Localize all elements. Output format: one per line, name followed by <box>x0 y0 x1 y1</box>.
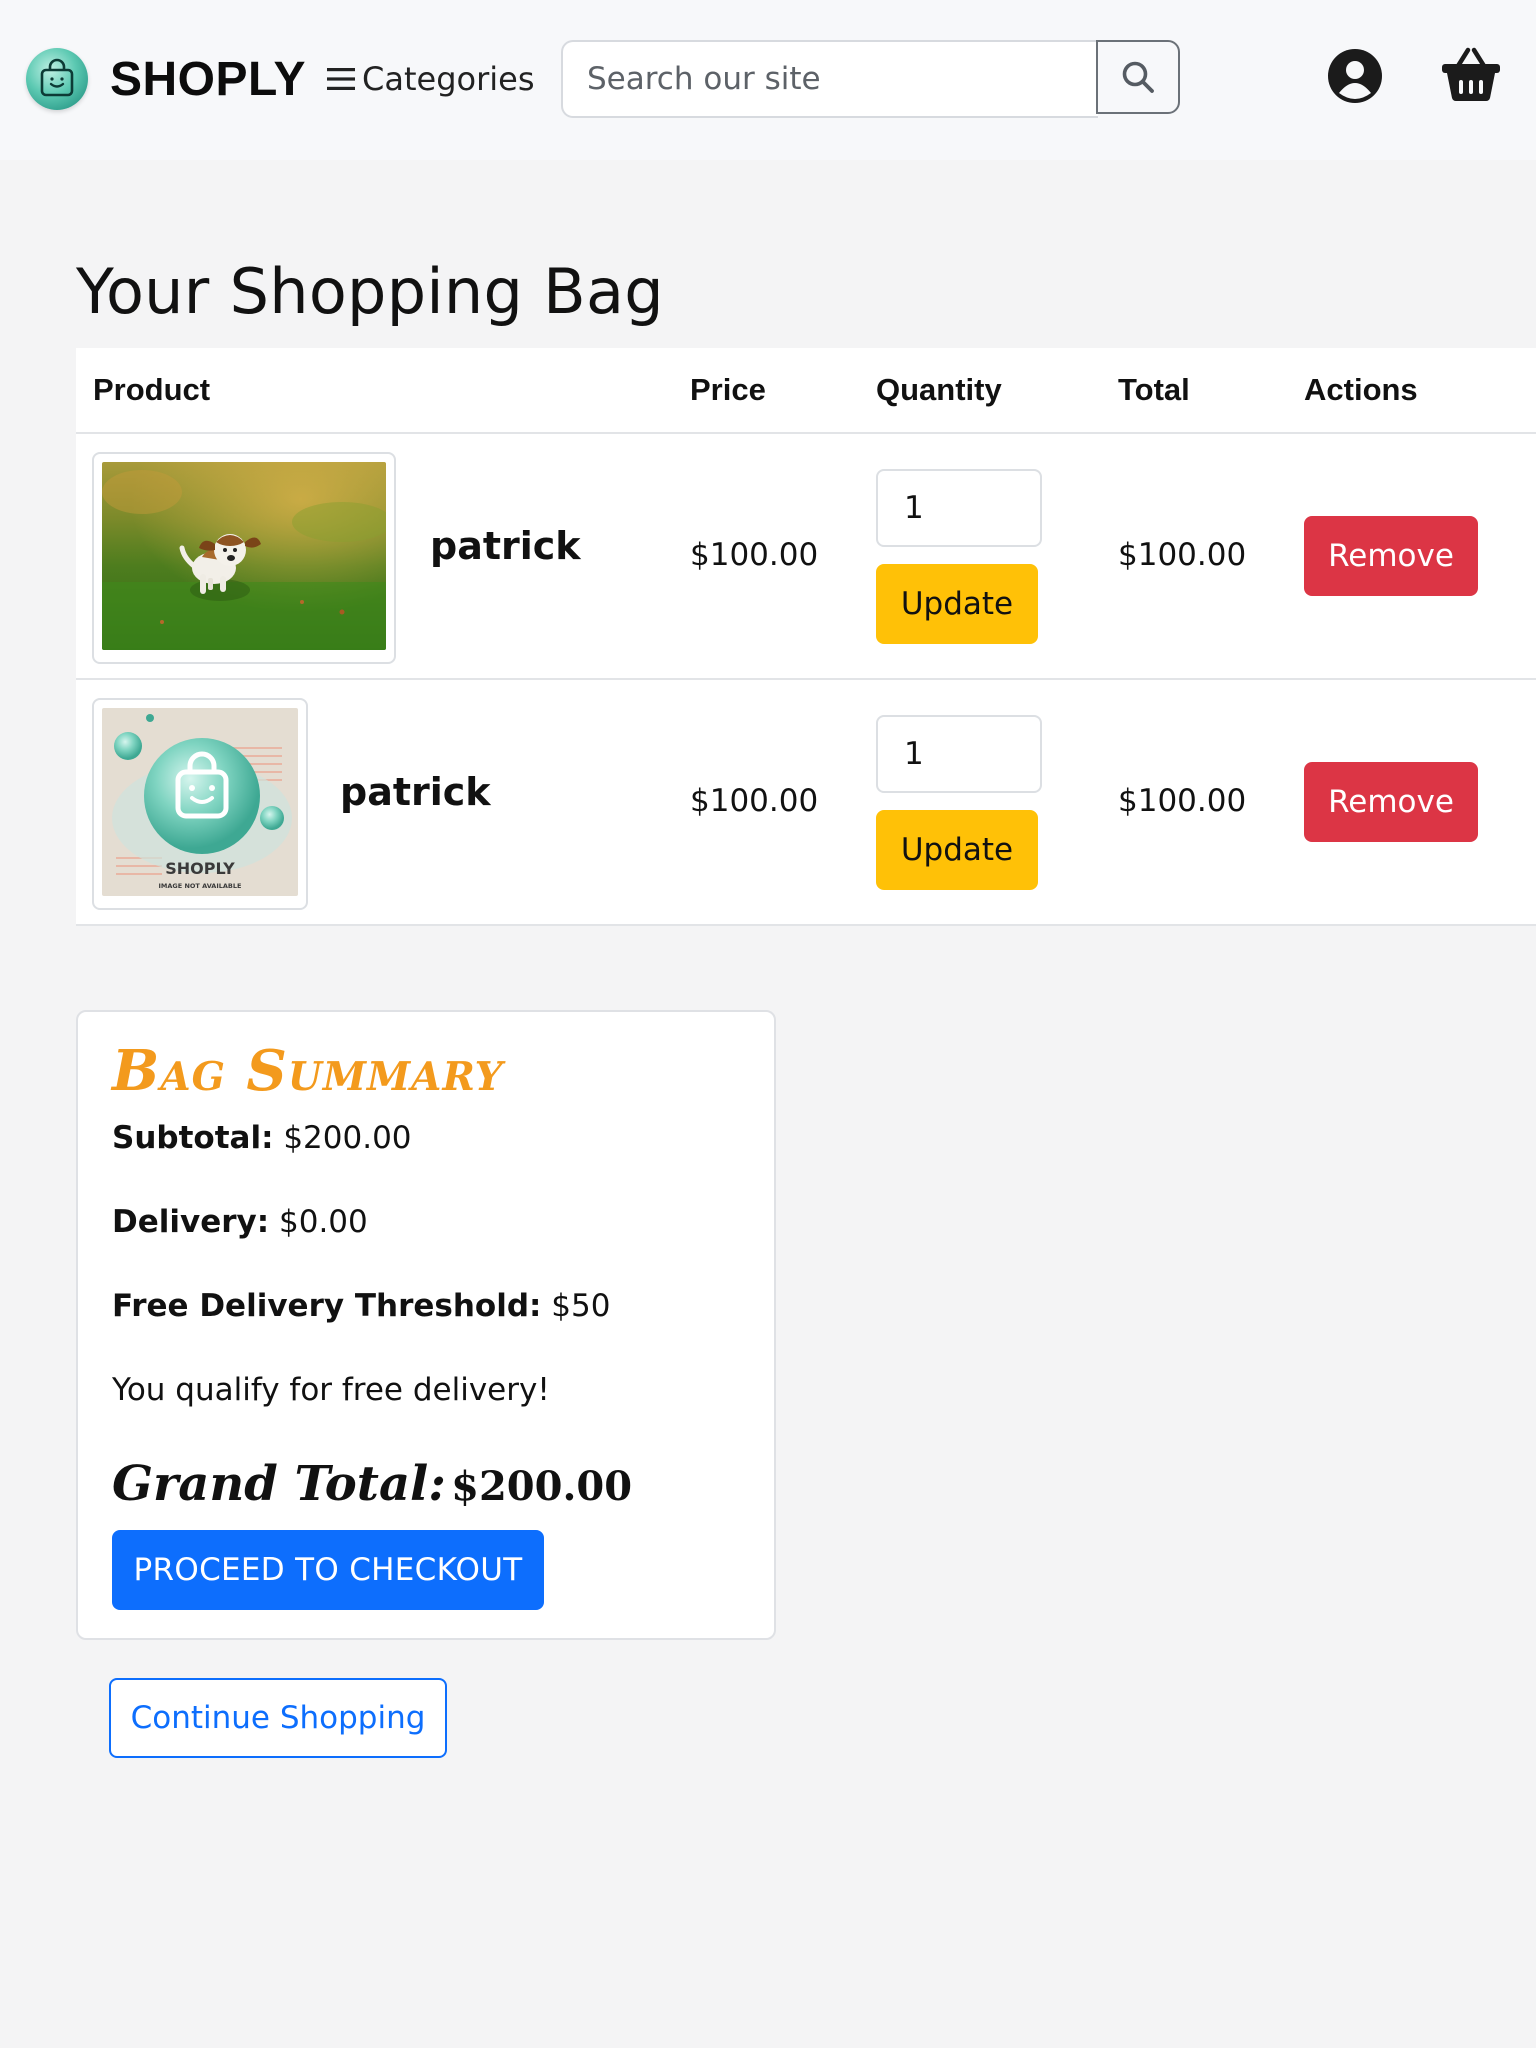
placeholder-caption: IMAGE NOT AVAILABLE <box>159 882 242 890</box>
remove-button[interactable]: Remove <box>1304 762 1478 842</box>
product-name[interactable]: patrick <box>340 770 491 814</box>
categories-label: Categories <box>362 60 535 98</box>
subtotal-line: Subtotal: $200.00 <box>112 1118 412 1158</box>
header-price: Price <box>690 372 766 407</box>
subtotal-label: Subtotal: <box>112 1120 274 1156</box>
update-button[interactable]: Update <box>876 564 1038 644</box>
brand-name[interactable]: SHOPLY <box>110 50 306 110</box>
delivery-line: Delivery: $0.00 <box>112 1202 368 1242</box>
categories-menu[interactable]: Categories <box>326 54 534 104</box>
delivery-value: $0.00 <box>279 1204 368 1240</box>
checkout-button[interactable]: PROCEED TO CHECKOUT <box>112 1530 544 1610</box>
summary-title: Bag Summary <box>112 1038 504 1104</box>
shopping-bag-logo-icon[interactable] <box>26 48 88 110</box>
delivery-label: Delivery: <box>112 1204 270 1240</box>
product-total: $100.00 <box>1118 783 1247 819</box>
product-price: $100.00 <box>690 537 819 573</box>
subtotal-value: $200.00 <box>283 1120 412 1156</box>
table-row: SHOPLY IMAGE NOT AVAILABLE patrick $100.… <box>76 680 1536 926</box>
continue-shopping-button[interactable]: Continue Shopping <box>109 1678 447 1758</box>
site-header: SHOPLY Categories <box>0 0 1536 160</box>
remove-button[interactable]: Remove <box>1304 516 1478 596</box>
product-thumbnail[interactable]: SHOPLY IMAGE NOT AVAILABLE <box>92 698 308 910</box>
threshold-line: Free Delivery Threshold: $50 <box>112 1286 610 1326</box>
quantity-input[interactable] <box>876 469 1042 547</box>
table-header: Product Price Quantity Total Actions <box>76 348 1536 434</box>
hamburger-icon <box>327 68 355 90</box>
shopping-basket-icon[interactable] <box>1440 44 1502 104</box>
shoply-image-not-available-placeholder: SHOPLY IMAGE NOT AVAILABLE <box>102 708 298 896</box>
product-name[interactable]: patrick <box>430 524 581 568</box>
search-button[interactable] <box>1096 40 1180 114</box>
placeholder-brand: SHOPLY <box>165 859 235 878</box>
grand-total-label: Grand Total: <box>112 1456 447 1512</box>
header-quantity: Quantity <box>876 372 1002 407</box>
page-title: Your Shopping Bag <box>76 255 664 328</box>
grand-total-value: $200.00 <box>451 1463 633 1510</box>
update-button[interactable]: Update <box>876 810 1038 890</box>
user-circle-icon[interactable] <box>1327 48 1383 104</box>
puppy-running-on-grass-photo <box>102 462 392 650</box>
header-product: Product <box>93 372 211 407</box>
header-actions: Actions <box>1304 372 1418 407</box>
search-icon <box>1122 61 1154 93</box>
search-bar <box>561 40 1183 118</box>
threshold-value: $50 <box>551 1288 611 1324</box>
grand-total-line: Grand Total: $200.00 <box>112 1454 632 1525</box>
header-total: Total <box>1118 372 1190 407</box>
search-input[interactable] <box>561 40 1098 118</box>
threshold-label: Free Delivery Threshold: <box>112 1288 542 1324</box>
bag-summary-card: Bag Summary Subtotal: $200.00 Delivery: … <box>76 1010 776 1640</box>
product-total: $100.00 <box>1118 537 1247 573</box>
bag-table: Product Price Quantity Total Actions pat… <box>76 348 1536 926</box>
product-thumbnail[interactable] <box>92 452 396 664</box>
quantity-input[interactable] <box>876 715 1042 793</box>
product-price: $100.00 <box>690 783 819 819</box>
table-row: patrick $100.00 Update $100.00 Remove <box>76 434 1536 680</box>
free-delivery-message: You qualify for free delivery! <box>112 1372 550 1408</box>
